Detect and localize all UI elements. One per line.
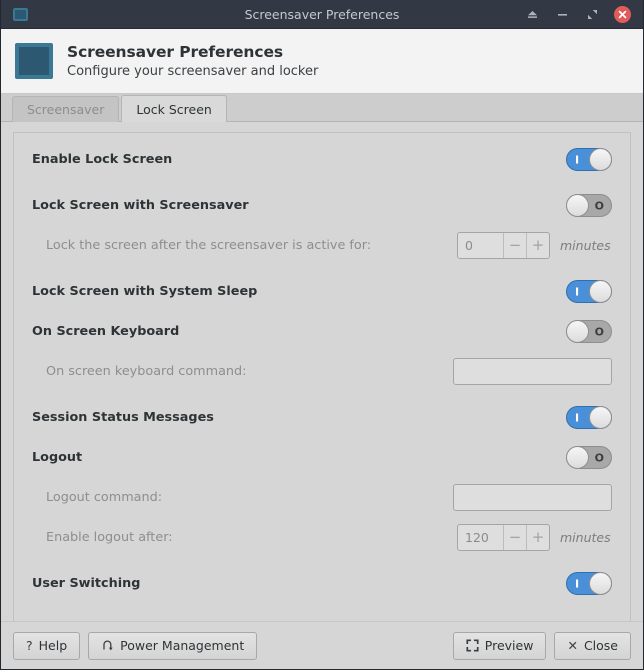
logout-delay-decrement-button[interactable]: − xyxy=(503,525,526,550)
toggle-knob xyxy=(566,446,589,469)
lock-with-screensaver-label: Lock Screen with Screensaver xyxy=(32,198,249,213)
screensaver-preferences-window: Screensaver Preferences Screensaver Pref… xyxy=(0,0,644,670)
enable-lock-screen-label: Enable Lock Screen xyxy=(32,152,173,167)
on-screen-keyboard-label: On Screen Keyboard xyxy=(32,324,180,339)
screensaver-monitor-icon xyxy=(15,43,53,79)
preview-button-label: Preview xyxy=(484,638,534,653)
toggle-knob xyxy=(589,406,612,429)
rotate-arrow-icon xyxy=(101,639,114,652)
tab-strip: Screensaver Lock Screen xyxy=(1,94,643,122)
toggle-knob xyxy=(566,194,589,217)
logout-delay-increment-button[interactable]: + xyxy=(526,525,549,550)
keyboard-command-label: On screen keyboard command: xyxy=(46,364,247,379)
toggle-knob xyxy=(566,320,589,343)
close-dialog-button-label: Close xyxy=(583,638,618,653)
toggle-state-mark: O xyxy=(594,325,604,338)
setting-row-on-screen-keyboard: On Screen Keyboard O xyxy=(32,316,612,347)
lock-delay-label: Lock the screen after the screensaver is… xyxy=(46,238,372,253)
enable-lock-screen-toggle[interactable]: I xyxy=(566,148,612,171)
lock-with-system-sleep-label: Lock Screen with System Sleep xyxy=(32,284,258,299)
logout-delay-spinner[interactable]: 120 − + xyxy=(457,524,550,551)
help-button[interactable]: ? Help xyxy=(13,631,81,660)
page-subtitle: Configure your screensaver and locker xyxy=(67,64,319,79)
setting-row-session-status-messages: Session Status Messages I xyxy=(32,402,612,433)
logout-delay-label: Enable logout after: xyxy=(46,530,173,545)
tab-screensaver[interactable]: Screensaver xyxy=(12,96,120,122)
toggle-state-mark: I xyxy=(575,577,580,590)
toggle-state-mark: I xyxy=(575,153,580,166)
x-icon: ✕ xyxy=(567,638,578,653)
setting-row-logout: Logout O xyxy=(32,442,612,473)
logout-delay-units: minutes xyxy=(560,530,611,545)
page-header: Screensaver Preferences Configure your s… xyxy=(1,29,643,94)
session-status-messages-toggle[interactable]: I xyxy=(566,406,612,429)
toggle-knob xyxy=(589,280,612,303)
close-button[interactable] xyxy=(614,5,631,23)
setting-row-enable-lock-screen: Enable Lock Screen I xyxy=(32,144,612,175)
maximize-button[interactable] xyxy=(584,6,601,23)
user-switching-label: User Switching xyxy=(32,576,141,591)
setting-row-lock-delay: Lock the screen after the screensaver is… xyxy=(32,230,612,261)
power-management-button-label: Power Management xyxy=(120,638,245,653)
lock-with-screensaver-toggle[interactable]: O xyxy=(566,194,612,217)
preview-button[interactable]: Preview xyxy=(452,631,547,660)
page-title: Screensaver Preferences xyxy=(67,43,283,61)
titlebar-buttons xyxy=(524,5,643,23)
fullscreen-corners-icon xyxy=(466,639,479,652)
toggle-state-mark: I xyxy=(575,285,580,298)
lock-delay-units: minutes xyxy=(560,238,611,253)
user-switching-toggle[interactable]: I xyxy=(566,572,612,595)
setting-row-lock-with-system-sleep: Lock Screen with System Sleep I xyxy=(32,276,612,307)
lock-with-system-sleep-toggle[interactable]: I xyxy=(566,280,612,303)
toggle-state-mark: O xyxy=(594,451,604,464)
setting-row-lock-with-screensaver: Lock Screen with Screensaver O xyxy=(32,190,612,221)
power-management-button[interactable]: Power Management xyxy=(88,631,258,660)
on-screen-keyboard-toggle[interactable]: O xyxy=(566,320,612,343)
question-mark-icon: ? xyxy=(26,638,33,653)
setting-row-logout-command: Logout command: xyxy=(32,482,612,513)
setting-row-user-switching: User Switching I xyxy=(32,568,612,599)
keyboard-command-input[interactable] xyxy=(453,358,612,385)
lock-delay-increment-button[interactable]: + xyxy=(526,233,549,258)
session-status-messages-label: Session Status Messages xyxy=(32,410,214,425)
bottom-button-bar: ? Help Power Management Preview ✕ Close xyxy=(1,621,643,669)
logout-label: Logout xyxy=(32,450,83,465)
tab-lock-screen-label: Lock Screen xyxy=(136,101,212,117)
minimize-icon xyxy=(557,9,568,20)
logout-toggle[interactable]: O xyxy=(566,446,612,469)
logout-command-label: Logout command: xyxy=(46,490,163,505)
toggle-state-mark: I xyxy=(575,411,580,424)
help-button-label: Help xyxy=(38,638,68,653)
setting-row-logout-delay: Enable logout after: 120 − + minutes xyxy=(32,522,612,553)
lock-delay-decrement-button[interactable]: − xyxy=(503,233,526,258)
logout-delay-value[interactable]: 120 xyxy=(458,525,503,550)
tab-screensaver-label: Screensaver xyxy=(27,102,105,117)
toggle-knob xyxy=(589,572,612,595)
maximize-icon xyxy=(587,9,598,20)
logout-command-input[interactable] xyxy=(453,484,612,511)
shade-button[interactable] xyxy=(524,6,541,23)
minimize-button[interactable] xyxy=(554,6,571,23)
tab-content: Enable Lock Screen I Lock Screen with Sc… xyxy=(1,122,643,621)
close-icon xyxy=(618,10,627,19)
lock-delay-spinner[interactable]: 0 − + xyxy=(457,232,550,259)
titlebar: Screensaver Preferences xyxy=(1,0,643,29)
toggle-state-mark: O xyxy=(594,199,604,212)
tab-lock-screen[interactable]: Lock Screen xyxy=(121,95,227,122)
setting-row-keyboard-command: On screen keyboard command: xyxy=(32,356,612,387)
close-dialog-button[interactable]: ✕ Close xyxy=(554,631,631,660)
toggle-knob xyxy=(589,148,612,171)
header-text: Screensaver Preferences Configure your s… xyxy=(67,43,318,79)
lock-delay-value[interactable]: 0 xyxy=(458,233,503,258)
app-window-icon xyxy=(13,7,28,21)
lock-screen-settings-panel: Enable Lock Screen I Lock Screen with Sc… xyxy=(13,132,631,621)
eject-icon xyxy=(527,9,538,20)
